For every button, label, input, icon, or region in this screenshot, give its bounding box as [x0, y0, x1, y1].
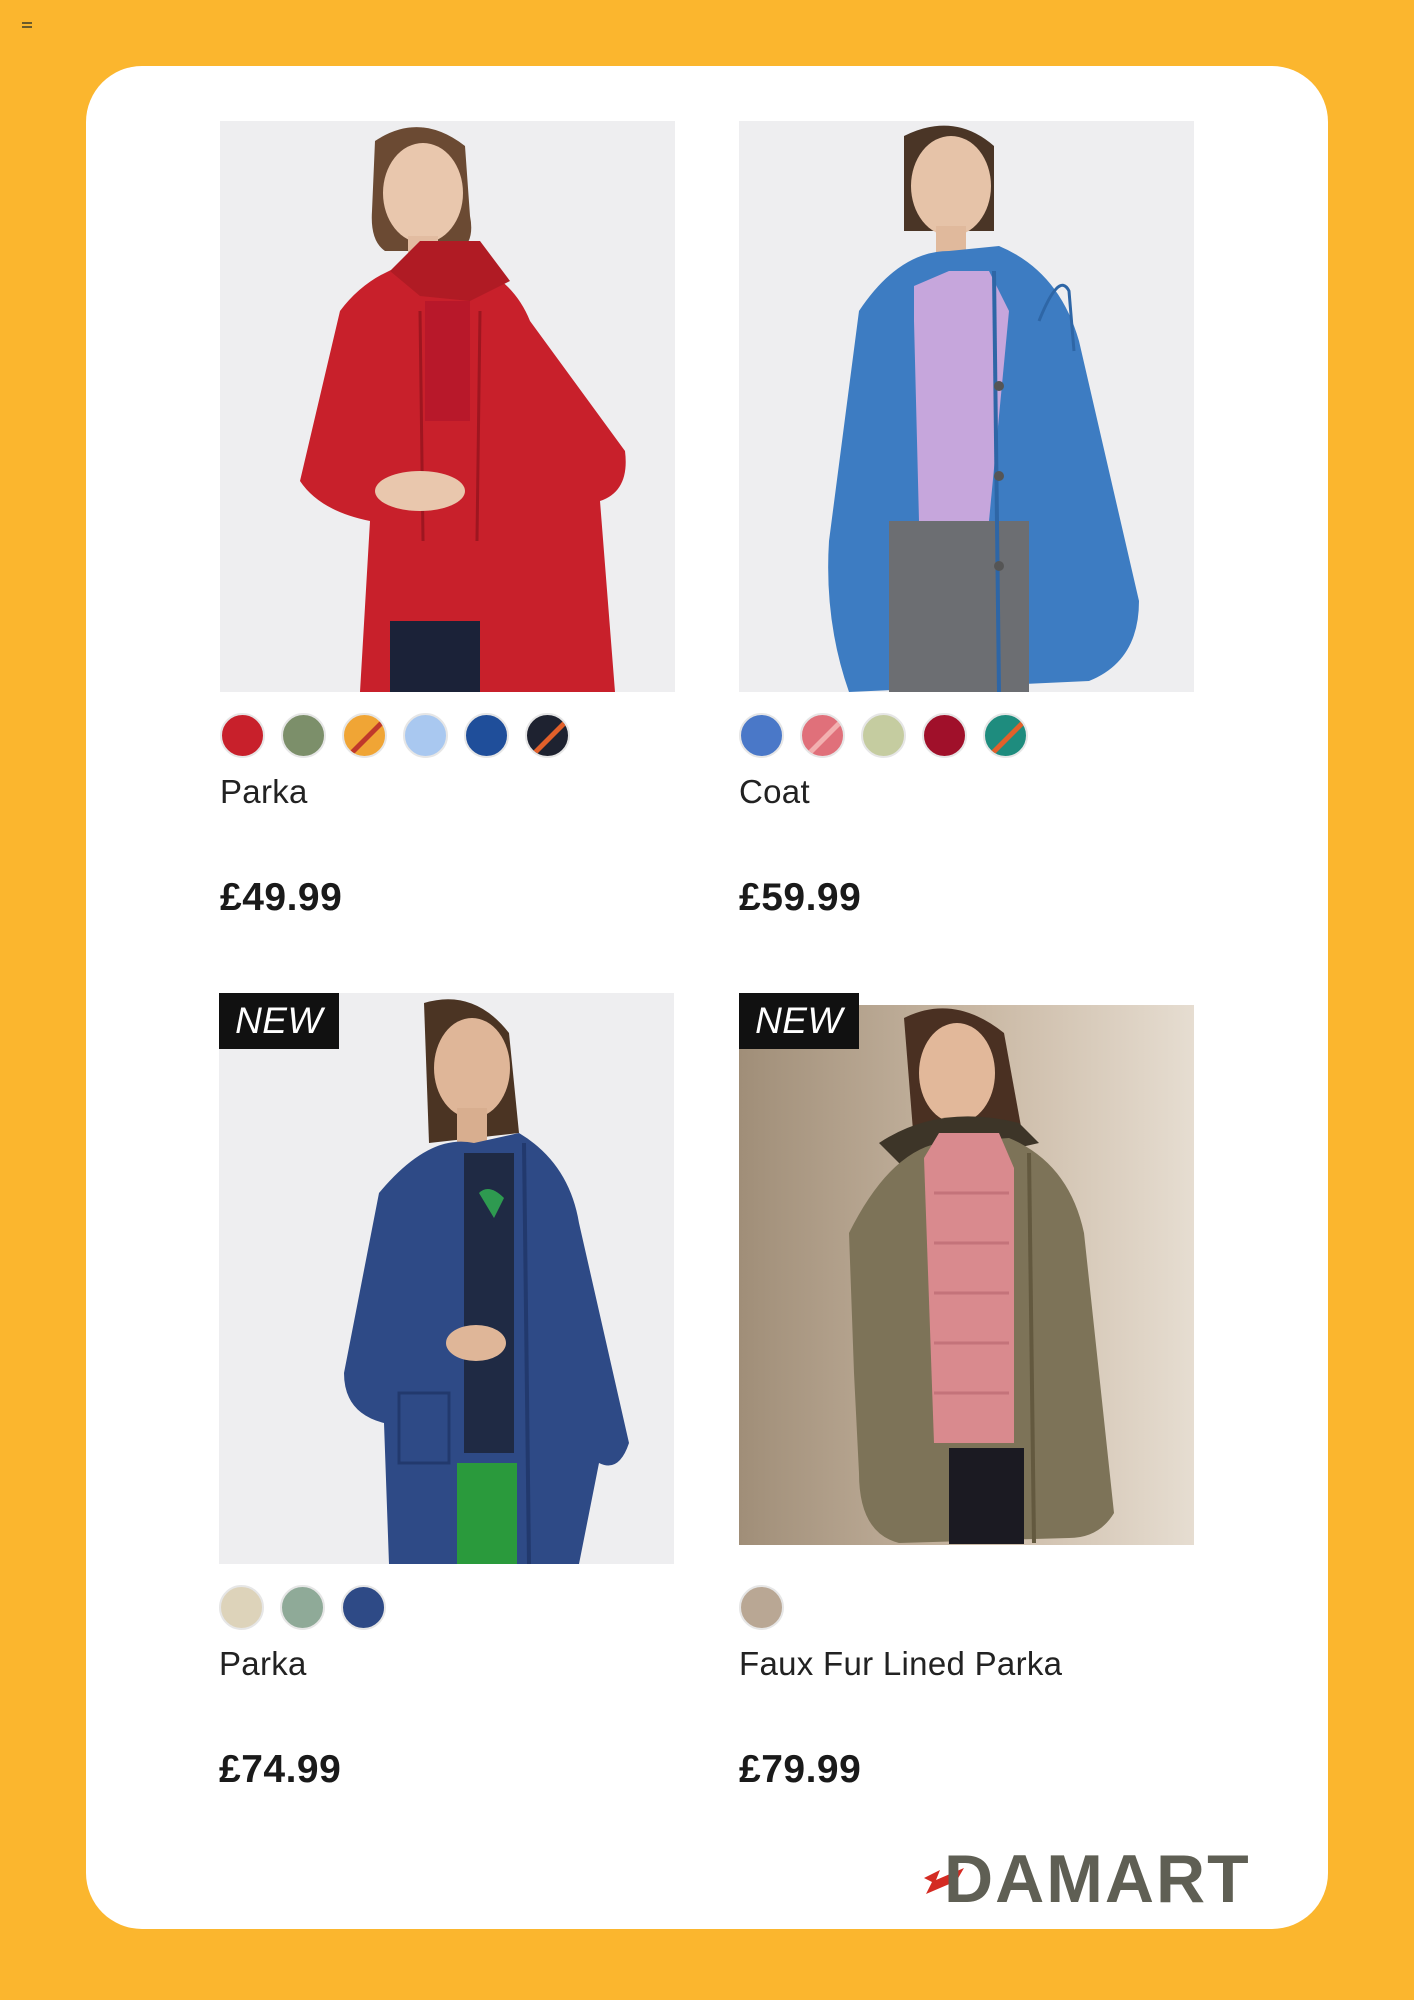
- product-item[interactable]: Parka £49.99: [220, 121, 680, 920]
- color-swatch[interactable]: [739, 1585, 784, 1630]
- color-swatch[interactable]: [861, 713, 906, 758]
- product-price: £79.99: [739, 1748, 862, 1791]
- product-price: £59.99: [739, 876, 862, 919]
- color-swatch[interactable]: [281, 713, 326, 758]
- model-in-red-parka-image: [300, 127, 626, 692]
- model-in-blue-coat-image: [828, 125, 1139, 692]
- color-swatch[interactable]: [800, 713, 845, 758]
- color-swatch[interactable]: [280, 1585, 325, 1630]
- product-item[interactable]: NEW Parka £74.99: [219, 993, 679, 1792]
- product-name[interactable]: Coat: [739, 772, 1199, 812]
- product-photo[interactable]: [220, 121, 675, 692]
- color-swatch[interactable]: [922, 713, 967, 758]
- model-in-navy-parka-image: [344, 999, 629, 1564]
- color-swatch[interactable]: [464, 713, 509, 758]
- color-swatch[interactable]: [341, 1585, 386, 1630]
- product-name[interactable]: Parka: [220, 772, 680, 812]
- product-name[interactable]: Parka: [219, 1644, 679, 1684]
- color-swatch[interactable]: [219, 1585, 264, 1630]
- new-badge: NEW: [739, 993, 859, 1049]
- color-swatch[interactable]: [342, 713, 387, 758]
- model-in-faux-fur-parka-image: [849, 1008, 1114, 1544]
- product-photo[interactable]: NEW: [219, 993, 674, 1564]
- color-swatches: [220, 713, 680, 758]
- color-swatch[interactable]: [525, 713, 570, 758]
- color-swatch[interactable]: [983, 713, 1028, 758]
- color-swatches: [739, 713, 1199, 758]
- damart-logo-text: DAMART: [944, 1841, 1251, 1912]
- color-swatches: [219, 1585, 679, 1630]
- menu-icon[interactable]: [22, 22, 32, 28]
- color-swatch[interactable]: [739, 713, 784, 758]
- product-name[interactable]: Faux Fur Lined Parka: [739, 1644, 1199, 1684]
- product-photo[interactable]: NEW: [739, 993, 1194, 1564]
- new-badge: NEW: [219, 993, 339, 1049]
- color-swatches: [739, 1585, 1199, 1630]
- product-price: £74.99: [219, 1748, 342, 1791]
- product-item[interactable]: NEW Faux Fur Lined Parka £79.99: [739, 993, 1199, 1792]
- color-swatch[interactable]: [403, 713, 448, 758]
- product-price: £49.99: [220, 876, 343, 919]
- color-swatch[interactable]: [220, 713, 265, 758]
- product-photo[interactable]: [739, 121, 1194, 692]
- product-item[interactable]: Coat £59.99: [739, 121, 1199, 920]
- damart-logo[interactable]: DAMART: [920, 1840, 1310, 1912]
